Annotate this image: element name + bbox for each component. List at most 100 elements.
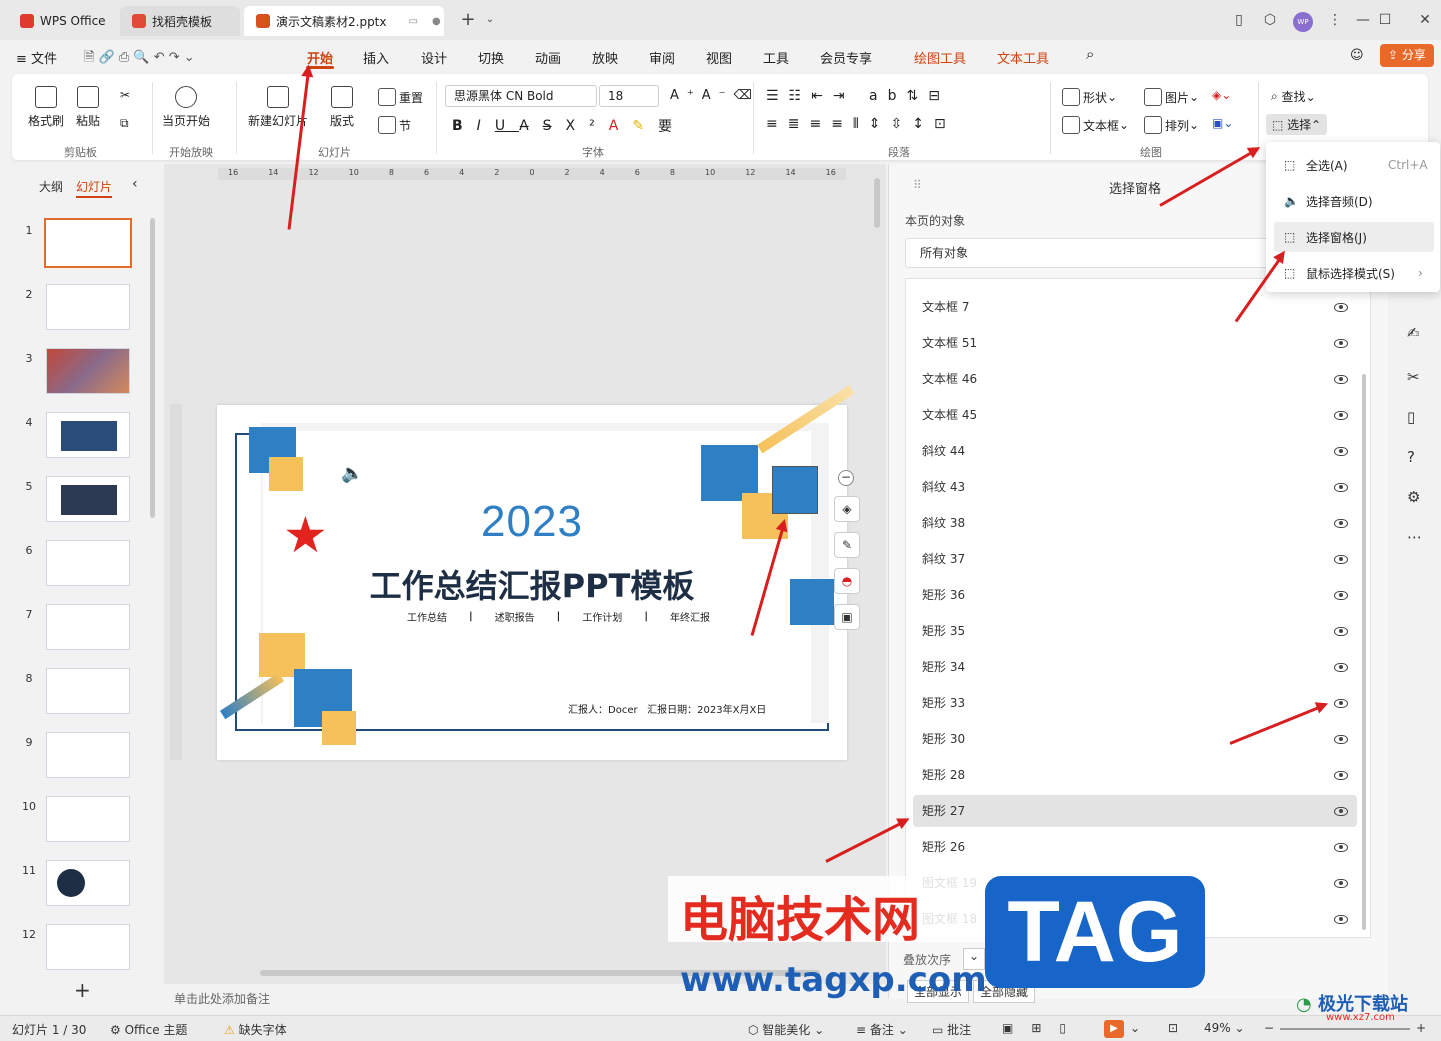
visibility-eye-icon[interactable] xyxy=(1334,339,1348,348)
cut-icon[interactable]: ✂ xyxy=(120,88,130,102)
font-size-select[interactable]: 18 xyxy=(599,85,659,107)
object-row[interactable]: 矩形 27 xyxy=(913,795,1357,827)
slide-thumbnail[interactable] xyxy=(46,604,130,650)
reset-button[interactable]: 重置 xyxy=(378,88,423,106)
object-row[interactable]: 矩形 34 xyxy=(913,651,1357,683)
textbox-button[interactable]: 文本框 ⌄ xyxy=(1062,116,1129,134)
chat-icon[interactable]: ☺ xyxy=(1350,48,1364,63)
slide-title[interactable]: 工作总结汇报PPT模板 xyxy=(217,561,847,607)
slide-thumbnail[interactable] xyxy=(46,284,130,330)
beautify-button[interactable]: ⬡ 智能美化 ⌄ xyxy=(748,1021,824,1038)
menu-design[interactable]: 设计 xyxy=(421,48,447,67)
menu-text-tools[interactable]: 文本工具 xyxy=(997,48,1049,67)
search-icon[interactable]: ⌕ xyxy=(1086,45,1094,63)
help-icon[interactable]: ? xyxy=(1407,448,1415,466)
visibility-eye-icon[interactable] xyxy=(1334,663,1348,672)
tools-icon[interactable]: ✂ xyxy=(1407,368,1420,386)
select-button[interactable]: ⬚ 选择 ⌃ xyxy=(1266,114,1328,135)
fill-color-icon[interactable]: ◈⌄ xyxy=(1212,88,1231,102)
visibility-eye-icon[interactable] xyxy=(1334,591,1348,600)
menu-tools[interactable]: 工具 xyxy=(763,48,789,67)
zoom-level[interactable]: 49% ⌄ xyxy=(1204,1021,1245,1035)
visibility-eye-icon[interactable] xyxy=(1334,771,1348,780)
fill-icon[interactable]: ◓ xyxy=(834,568,860,594)
menu-review[interactable]: 审阅 xyxy=(649,48,675,67)
thumbnail-scrollbar[interactable] xyxy=(150,218,155,518)
visibility-eye-icon[interactable] xyxy=(1334,447,1348,456)
slide-year[interactable]: 2023 xyxy=(217,497,847,547)
visibility-eye-icon[interactable] xyxy=(1334,915,1348,924)
menu-transition[interactable]: 切换 xyxy=(478,48,504,67)
collapse-panel-icon[interactable]: ‹ xyxy=(132,176,138,192)
visibility-eye-icon[interactable] xyxy=(1334,519,1348,528)
fit-window-icon[interactable]: ⊡ xyxy=(1168,1021,1178,1035)
slide-thumbnail[interactable] xyxy=(46,796,130,842)
slide-thumbnail[interactable] xyxy=(46,732,130,778)
visibility-eye-icon[interactable] xyxy=(1334,807,1348,816)
picture-button[interactable]: 图片 ⌄ xyxy=(1144,88,1199,106)
book-icon[interactable]: ▯ xyxy=(1407,408,1415,426)
object-row[interactable]: 矩形 36 xyxy=(913,579,1357,611)
outline-color-icon[interactable]: ▣⌄ xyxy=(1212,116,1233,130)
slide-thumbnail[interactable] xyxy=(46,668,130,714)
layout-button[interactable]: 版式 xyxy=(330,86,354,129)
object-row[interactable]: 矩形 26 xyxy=(913,831,1357,863)
tab-template[interactable]: 找稻壳模板 xyxy=(120,6,240,36)
drag-handle-icon[interactable]: ⠿ xyxy=(913,178,922,192)
visibility-eye-icon[interactable] xyxy=(1334,735,1348,744)
maximize-icon[interactable]: ☐ xyxy=(1372,8,1398,32)
add-slide-button[interactable]: + xyxy=(74,978,91,1002)
play-options-icon[interactable]: ⌄ xyxy=(1130,1021,1140,1035)
visibility-eye-icon[interactable] xyxy=(1334,843,1348,852)
font-size-tools[interactable]: A⁺A⁻⌫ xyxy=(670,88,760,103)
object-row[interactable]: 矩形 28 xyxy=(913,759,1357,791)
slide-subtitle-row[interactable]: 工作总结 | 述职报告 | 工作计划 | 年终汇报 xyxy=(407,609,710,624)
slides-tab[interactable]: 幻灯片 xyxy=(76,178,112,195)
share-button[interactable]: ⇪ 分享 xyxy=(1380,44,1434,67)
tab-wps-office[interactable]: WPS Office xyxy=(8,6,116,36)
object-row[interactable]: 文本框 45 xyxy=(913,399,1357,431)
slide[interactable]: 🔈 ★ 2023 工作总结汇报PPT模板 工作总结 | 述职报告 | 工作计划 | 年… xyxy=(217,385,855,760)
play-from-current-button[interactable]: 当页开始 xyxy=(162,86,210,129)
tab-document[interactable]: 演示文稿素材2.pptx ▭ ● xyxy=(244,6,444,36)
arrange-button[interactable]: 排列 ⌄ xyxy=(1144,116,1199,134)
paste-button[interactable]: 粘贴 xyxy=(76,86,100,129)
slide-thumbnail[interactable] xyxy=(46,924,130,970)
pen-icon[interactable]: ✎ xyxy=(834,532,860,558)
layers-icon[interactable]: ◈ xyxy=(834,496,860,522)
visibility-eye-icon[interactable] xyxy=(1334,879,1348,888)
avatar[interactable]: WP xyxy=(1293,12,1313,32)
yellow-square-shape[interactable] xyxy=(322,711,356,745)
copy-icon[interactable]: ⧉ xyxy=(120,116,129,131)
comment-button[interactable]: ▭ 批注 xyxy=(932,1021,971,1038)
object-row[interactable]: 矩形 30 xyxy=(913,723,1357,755)
menu-slideshow[interactable]: 放映 xyxy=(592,48,618,67)
cube-icon[interactable]: ⬡ xyxy=(1257,8,1283,32)
ai-icon[interactable]: ✍ xyxy=(1407,324,1420,342)
visibility-eye-icon[interactable] xyxy=(1334,483,1348,492)
quick-access-icons[interactable]: 🗎 🔗 ⎙ 🔍 ↶ ↷ ⌄ xyxy=(84,48,195,70)
speaker-icon[interactable]: 🔈 xyxy=(341,463,363,484)
object-row[interactable]: 文本框 46 xyxy=(913,363,1357,395)
menu-insert[interactable]: 插入 xyxy=(363,48,389,67)
menu-view[interactable]: 视图 xyxy=(706,48,732,67)
play-slideshow-button[interactable]: ▶ xyxy=(1104,1020,1124,1038)
chevron-down-icon[interactable]: ⌄ xyxy=(477,8,503,32)
menu-member[interactable]: 会员专享 xyxy=(820,48,872,67)
canvas-vertical-scrollbar[interactable] xyxy=(874,178,880,228)
visibility-eye-icon[interactable] xyxy=(1334,303,1348,312)
slide-thumbnail[interactable] xyxy=(46,860,130,906)
zoom-out-icon[interactable]: − xyxy=(838,470,854,486)
format-painter-button[interactable]: 格式刷 xyxy=(28,86,64,129)
object-filter-select[interactable]: 所有对象 xyxy=(905,238,1285,268)
monitor-icon[interactable]: ▭ xyxy=(409,16,418,27)
object-row[interactable]: 矩形 33 xyxy=(913,687,1357,719)
file-menu[interactable]: ≡ 文件 xyxy=(16,48,57,67)
font-name-select[interactable]: 思源黑体 CN Bold xyxy=(445,85,597,107)
slide-thumbnail[interactable] xyxy=(46,476,130,522)
slide-thumbnail[interactable] xyxy=(46,348,130,394)
object-list-scrollbar[interactable] xyxy=(1362,374,1366,930)
layout-icon[interactable]: ▯ xyxy=(1226,8,1252,32)
new-slide-button[interactable]: 新建幻灯片 xyxy=(248,86,308,129)
select-audio-item[interactable]: 🔈 选择音频(D) xyxy=(1274,186,1434,216)
